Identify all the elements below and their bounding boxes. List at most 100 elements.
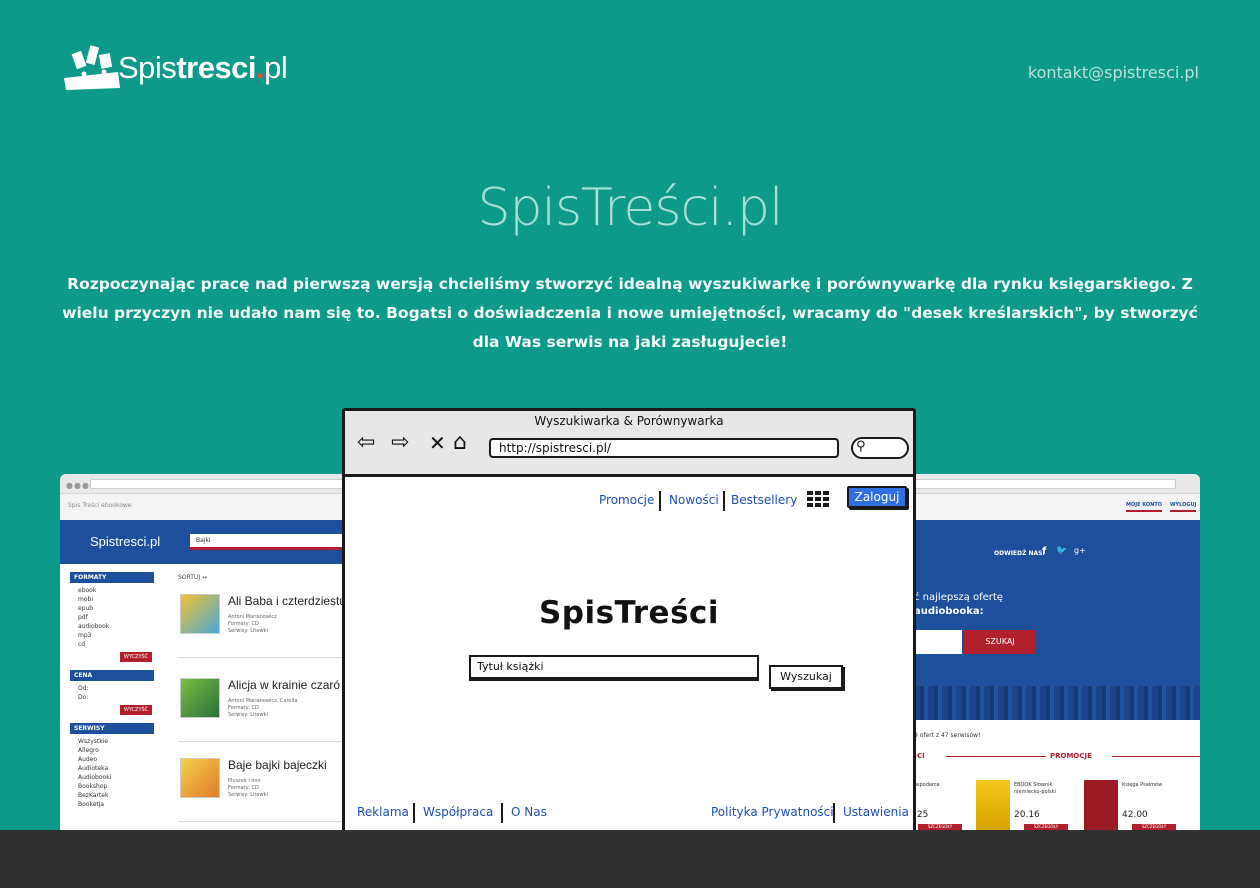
home-icon[interactable]: ⌂: [453, 431, 467, 455]
filter-item: cd: [78, 641, 86, 648]
logout-link: WYLOGUJ: [1170, 502, 1197, 512]
banner-search-button: SZUKAJ: [964, 630, 1036, 654]
hero-description: Rozpoczynając pracę nad pierwszą wersją …: [62, 275, 1198, 351]
search-icon: ⚲: [856, 439, 866, 454]
book-cover: [180, 594, 220, 634]
footer-o-nas[interactable]: O Nas: [511, 805, 547, 819]
bottom-bar: [0, 830, 1260, 888]
address-bar: [90, 479, 350, 489]
filter-heading-cena: CENA: [70, 670, 154, 681]
google-plus-icon: g+: [1074, 546, 1086, 555]
filter-item: ebook: [78, 587, 97, 594]
result-format: Formaty: CD: [228, 785, 259, 791]
filter-item: epub: [78, 605, 94, 612]
site-logo: Spistresci.pl: [90, 534, 161, 549]
address-bar: [908, 479, 1176, 489]
offers-count: 9 ofert z 47 serwisów!: [914, 732, 981, 739]
result-title: Ali Baba i czterdziestu: [228, 594, 347, 608]
banner-illustration: [900, 686, 1200, 720]
login-button[interactable]: Zaloguj: [847, 486, 907, 508]
arrow-right-icon[interactable]: ⇨: [391, 431, 409, 455]
banner-tagline: ć najlepszą ofertę: [914, 592, 1003, 603]
filter-item: Audioteka: [78, 765, 109, 772]
book-title: EBOOK Słownik niemiecko-polski: [1014, 782, 1056, 795]
site-topbar: MOJE KONTO WYLOGUJ: [900, 494, 1200, 520]
wireframe-mockup: Wyszukiwarka & Porównywarka ⇦ ⇨ ✕ ⌂ http…: [342, 408, 916, 838]
wireframe-search-box[interactable]: ⚲: [851, 437, 909, 459]
filter-item: mp3: [78, 632, 92, 639]
filter-item: Audeo: [78, 756, 98, 763]
close-icon[interactable]: ✕: [429, 431, 446, 455]
book-title-search-input[interactable]: Tytuł książki: [469, 655, 759, 679]
filter-item: audiobook: [78, 623, 110, 630]
filter-item: Wszystkie: [78, 738, 109, 745]
wireframe-brand: SpisTreści: [538, 595, 720, 631]
result-author: Antoni Marianowicz, Carolla: [228, 698, 298, 704]
search-button[interactable]: Wyszukaj: [769, 665, 843, 689]
sort-label: SORTUJ ↔: [178, 574, 208, 581]
result-meta: Antoni Marianowicz, Carolla Formaty: CD Se…: [228, 698, 297, 719]
logo-regular: Spis: [118, 50, 177, 85]
divider: [946, 756, 1046, 757]
filter-item: pdf: [78, 614, 88, 621]
result-services: Serwisy: Litewki: [228, 628, 268, 634]
nav-promocje[interactable]: Promocje: [599, 493, 654, 507]
book-cover: [180, 758, 220, 798]
clear-filter-button: WYCZYŚĆ: [120, 652, 152, 662]
wireframe-browser-bar: Wyszukiwarka & Porównywarka ⇦ ⇨ ✕ ⌂ http…: [345, 411, 913, 477]
footer-reklama[interactable]: Reklama: [357, 805, 409, 819]
site-tabs: Spis Treści ebookowe: [60, 494, 360, 520]
divider: [1112, 756, 1200, 757]
book-price: .25: [914, 810, 929, 820]
result-format: Formaty: CD: [228, 705, 259, 711]
filter-item: BezKartek: [78, 792, 109, 799]
filter-heading-formaty: FORMATY: [70, 572, 154, 583]
contact-email-link[interactable]: kontakt@spistresci.pl: [1028, 63, 1199, 82]
arrow-left-icon[interactable]: ⇦: [357, 431, 375, 455]
footer-polityka[interactable]: Polityka Prywatności: [711, 805, 834, 819]
filter-item: Do:: [78, 694, 89, 701]
nav-bestsellery[interactable]: Bestsellery: [731, 493, 797, 507]
account-link: MOJE KONTO: [1126, 502, 1162, 512]
banner-tagline-bold: audiobooka:: [914, 606, 984, 617]
result-item: Baje bajki bajeczki Pluszek i inni Format…: [178, 750, 360, 822]
twitter-icon: 🐦: [1056, 546, 1068, 556]
filter-item: mobi: [78, 596, 93, 603]
filter-item: Booketja: [78, 801, 105, 808]
site-header: Spistresci.pl Bajki: [60, 520, 360, 564]
left-site-screenshot: ●●● Spis Treści ebookowe Spistresci.pl B…: [60, 474, 360, 834]
result-item: Ali Baba i czterdziestu Antoni Marianowi…: [178, 586, 360, 658]
nav-nowosci[interactable]: Nowości: [669, 493, 719, 507]
result-title: Baje bajki bajeczki: [228, 758, 327, 772]
follow-label: ODWIEDŹ NAS:: [994, 550, 1045, 557]
promo-heading: PROMOCJE: [1050, 752, 1092, 760]
book-cover: [1084, 780, 1118, 830]
footer-ustawienia[interactable]: Ustawienia: [843, 805, 909, 819]
facebook-icon: f: [1042, 546, 1047, 557]
grid-icon[interactable]: [807, 491, 833, 509]
footer-separator: [413, 803, 415, 823]
filter-item: Od:: [78, 685, 89, 692]
book-title: Księga Psalmów: [1122, 782, 1163, 788]
browser-chrome: [900, 474, 1200, 494]
browser-chrome: ●●●: [60, 474, 360, 494]
window-dots-icon: ●●●: [66, 481, 90, 490]
result-format: Formaty: CD: [228, 621, 259, 627]
filter-sidebar: FORMATY ebook mobi epub pdf audiobook mp…: [70, 572, 154, 809]
result-services: Serwisy: Litewki: [228, 712, 268, 718]
book-cover: [976, 780, 1010, 830]
footer-wspolpraca[interactable]: Współpraca: [423, 805, 493, 819]
site-search-input: Bajki: [190, 534, 360, 547]
book-price: 42.00: [1122, 810, 1148, 820]
result-author: Pluszek i inni: [228, 778, 261, 784]
nav-separator: [659, 491, 661, 511]
wireframe-url-bar[interactable]: http://spistresci.pl/: [489, 438, 839, 458]
filter-item: Audiobooki: [78, 774, 112, 781]
book-price: 20.16: [1014, 810, 1040, 820]
logo-dot: .: [256, 50, 265, 85]
logo-wordmark[interactable]: Spistresci.pl: [118, 50, 288, 86]
filter-heading-serwisy: SERWISY: [70, 723, 154, 734]
clear-filter-button: WYCZYŚĆ: [120, 705, 152, 715]
book-cover: [180, 678, 220, 718]
wireframe-window-title: Wyszukiwarka & Porównywarka: [534, 414, 724, 428]
